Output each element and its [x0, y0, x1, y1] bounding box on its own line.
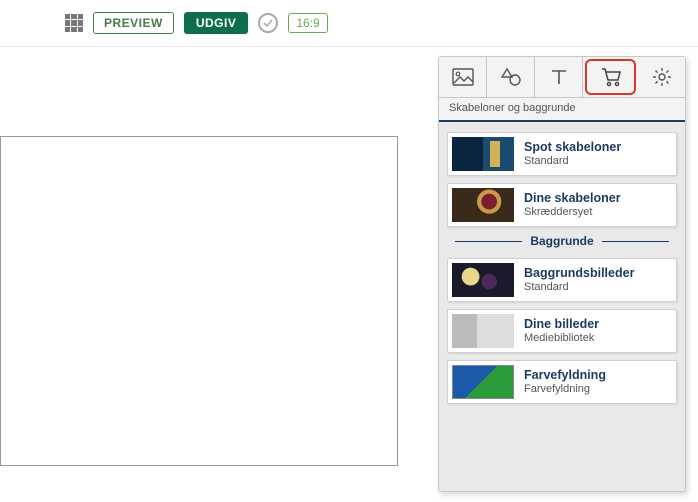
card-subtitle: Skræddersyet [524, 206, 621, 219]
card-your-templates[interactable]: Dine skabeloner Skræddersyet [447, 183, 677, 227]
tab-text[interactable] [535, 57, 583, 97]
grid-icon[interactable] [65, 14, 83, 32]
tab-shapes[interactable] [487, 57, 535, 97]
card-title: Dine billeder [524, 317, 599, 332]
approve-check-icon[interactable] [258, 13, 278, 33]
card-subtitle: Standard [524, 155, 621, 168]
card-spot-templates[interactable]: Spot skabeloner Standard [447, 132, 677, 176]
text-icon [550, 68, 568, 86]
card-title: Baggrundsbilleder [524, 266, 634, 281]
backgrounds-divider: Baggrunde [447, 234, 677, 248]
thumbnail-spot-templates [452, 137, 514, 171]
shapes-icon [500, 67, 522, 87]
editor-canvas[interactable] [0, 136, 398, 466]
image-icon [452, 68, 474, 86]
thumbnail-color-fill [452, 365, 514, 399]
card-title: Spot skabeloner [524, 140, 621, 155]
panel-tab-bar [439, 57, 685, 98]
tab-cart[interactable] [585, 59, 636, 95]
card-subtitle: Mediebibliotek [524, 332, 599, 345]
card-your-images[interactable]: Dine billeder Mediebibliotek [447, 309, 677, 353]
backgrounds-heading: Baggrunde [530, 234, 593, 248]
card-subtitle: Farvefyldning [524, 383, 606, 396]
card-color-fill[interactable]: Farvefyldning Farvefyldning [447, 360, 677, 404]
card-text: Dine billeder Mediebibliotek [524, 317, 599, 345]
panel-body: Spot skabeloner Standard Dine skabeloner… [439, 122, 685, 421]
top-toolbar: PREVIEW UDGIV 16:9 [0, 0, 698, 47]
tab-image[interactable] [439, 57, 487, 97]
publish-button[interactable]: UDGIV [184, 12, 249, 34]
thumbnail-your-templates [452, 188, 514, 222]
card-text: Farvefyldning Farvefyldning [524, 368, 606, 396]
card-subtitle: Standard [524, 281, 634, 294]
thumbnail-background-images [452, 263, 514, 297]
panel-section-label: Skabeloner og baggrunde [439, 98, 685, 122]
cart-icon [600, 67, 622, 87]
thumbnail-your-images [452, 314, 514, 348]
card-text: Baggrundsbilleder Standard [524, 266, 634, 294]
card-text: Spot skabeloner Standard [524, 140, 621, 168]
tab-settings[interactable] [638, 57, 685, 97]
gear-icon [652, 67, 672, 87]
card-title: Farvefyldning [524, 368, 606, 383]
side-panel: Skabeloner og baggrunde Spot skabeloner … [438, 56, 686, 492]
aspect-ratio-button[interactable]: 16:9 [288, 13, 327, 33]
preview-button[interactable]: PREVIEW [93, 12, 174, 34]
card-background-images[interactable]: Baggrundsbilleder Standard [447, 258, 677, 302]
card-title: Dine skabeloner [524, 191, 621, 206]
card-text: Dine skabeloner Skræddersyet [524, 191, 621, 219]
